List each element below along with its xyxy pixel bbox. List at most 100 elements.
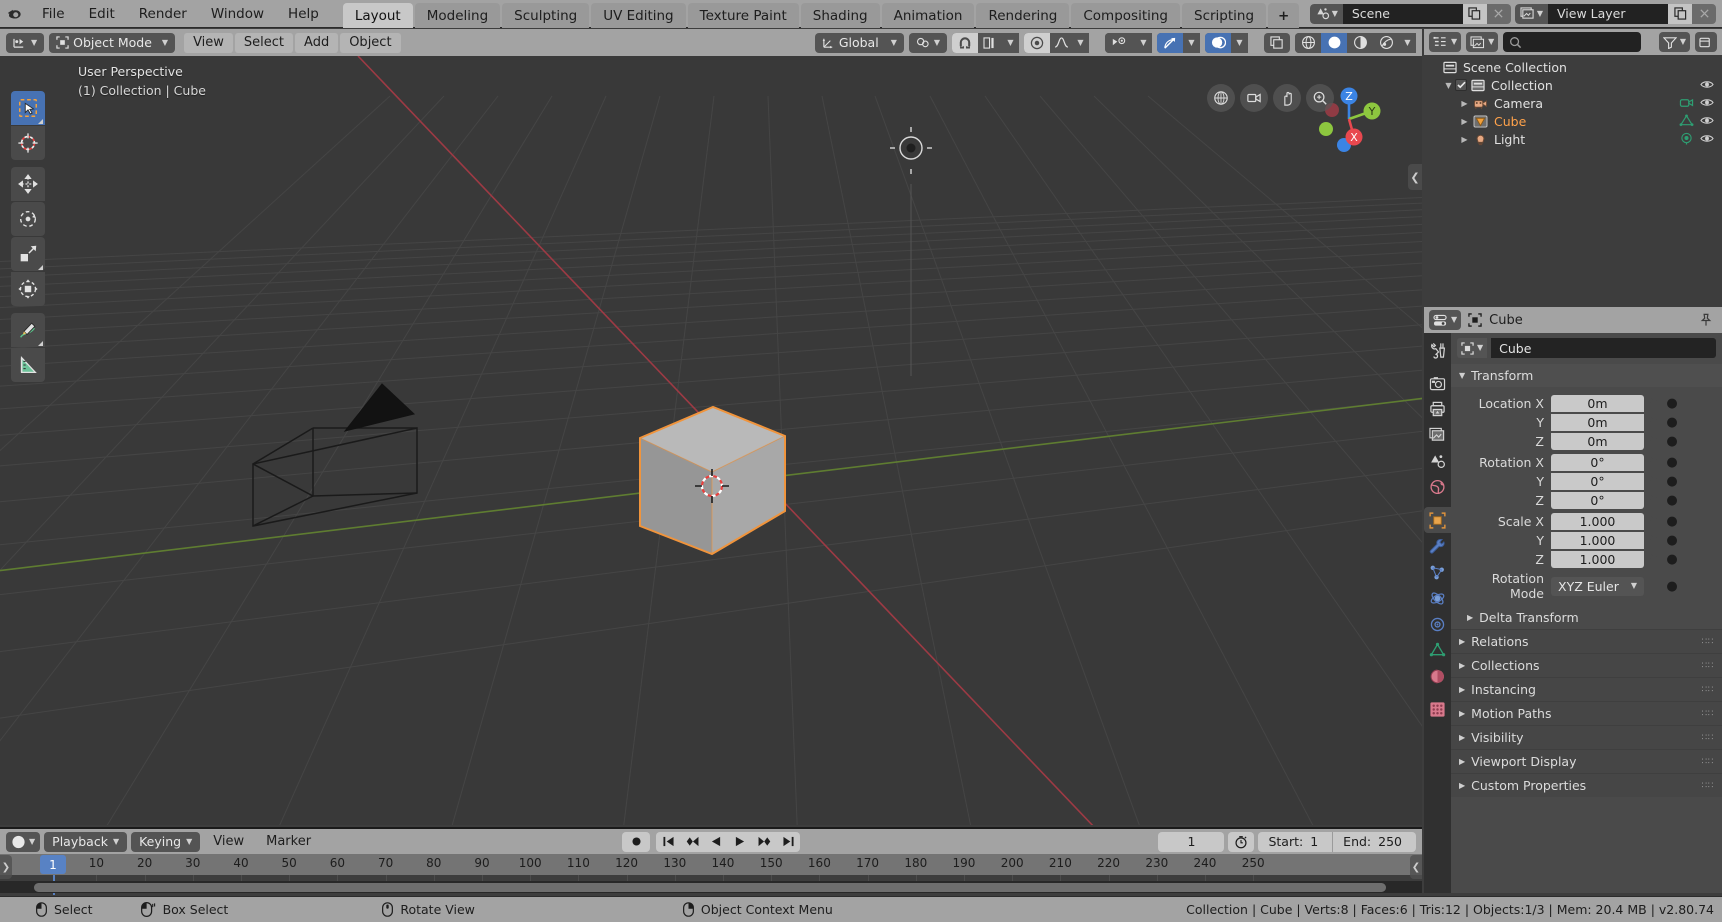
field-value[interactable]: 0° — [1551, 454, 1644, 471]
outliner-display-mode-icon[interactable]: ▼ — [1466, 32, 1498, 52]
viewport-canvas[interactable]: User Perspective (1) Collection | Cube — [0, 56, 1422, 825]
object-visibility-icon[interactable] — [1105, 33, 1135, 53]
workspace-tab-animation[interactable]: Animation — [882, 3, 975, 28]
properties-tab-object[interactable] — [1424, 507, 1451, 533]
perspective-toggle-icon[interactable] — [1306, 84, 1334, 112]
shading-wireframe-icon[interactable] — [1295, 33, 1321, 53]
snap-pivot-selector[interactable]: ▼ — [909, 33, 947, 53]
panel-header-viewport-display[interactable]: ▶ Viewport Display ∷∷ — [1451, 749, 1722, 773]
lock-icon[interactable] — [1644, 534, 1664, 547]
camera-data-icon[interactable] — [1679, 96, 1694, 109]
menu-help[interactable]: Help — [276, 3, 331, 25]
move-tool[interactable] — [11, 167, 45, 201]
record-icon[interactable] — [622, 832, 650, 852]
menu-render[interactable]: Render — [127, 3, 199, 25]
properties-tab-object-data[interactable] — [1425, 637, 1450, 663]
remove-view-layer-button[interactable] — [1692, 4, 1716, 24]
menu-window[interactable]: Window — [199, 3, 276, 25]
falloff-curve-icon[interactable] — [1050, 33, 1072, 53]
menu-file[interactable]: File — [30, 3, 77, 25]
scene-name-field[interactable]: Scene — [1343, 4, 1463, 24]
animate-dot-icon[interactable]: ● — [1664, 552, 1680, 567]
current-frame-field[interactable]: 1 — [1158, 832, 1224, 852]
panel-header-motion-paths[interactable]: ▶ Motion Paths ∷∷ — [1451, 701, 1722, 725]
add-workspace-button[interactable]: + — [1268, 3, 1299, 28]
workspace-tab-texture-paint[interactable]: Texture Paint — [688, 3, 799, 28]
xray-toggle-icon[interactable] — [1264, 33, 1290, 53]
light-data-icon[interactable] — [1679, 132, 1694, 145]
chevron-right-icon[interactable]: ▶ — [1458, 135, 1471, 144]
filter-icon[interactable]: ▼ — [1659, 32, 1690, 52]
camera-view-icon[interactable] — [1240, 84, 1268, 112]
properties-tab-output[interactable] — [1425, 396, 1450, 422]
lock-icon[interactable] — [1644, 515, 1664, 528]
lock-icon[interactable] — [1644, 553, 1664, 566]
properties-tab-material[interactable] — [1425, 663, 1450, 689]
viewport-menu-add[interactable]: Add — [295, 33, 338, 53]
shading-solid-icon[interactable] — [1321, 33, 1347, 53]
collection-checkbox[interactable] — [1455, 79, 1467, 91]
play-icon[interactable] — [728, 832, 752, 852]
timeline-scrollbar[interactable] — [34, 883, 1386, 892]
grip-dots-icon[interactable]: ∷∷ — [1702, 709, 1714, 719]
lock-icon[interactable] — [1644, 494, 1664, 507]
field-value[interactable]: 0m — [1551, 433, 1644, 450]
scene-icon[interactable]: ▼ — [1310, 4, 1343, 24]
properties-tab-texture[interactable] — [1425, 696, 1450, 722]
shading-dropdown[interactable]: ▼ — [1399, 33, 1416, 53]
frame-range-controls[interactable]: Start: 1 End: 250 — [1258, 832, 1416, 852]
select-box-tool[interactable] — [11, 91, 45, 125]
outliner-row-collection[interactable]: ▼ Collection — [1424, 76, 1722, 94]
properties-tab-render[interactable] — [1425, 370, 1450, 396]
lock-icon[interactable] — [1644, 416, 1664, 429]
workspace-tab-compositing[interactable]: Compositing — [1071, 3, 1180, 28]
grip-dots-icon[interactable]: ∷∷ — [1702, 757, 1714, 767]
properties-tab-modifiers[interactable] — [1425, 533, 1450, 559]
field-value[interactable]: 0° — [1551, 473, 1644, 490]
grip-dots-icon[interactable]: ∷∷ — [1702, 661, 1714, 671]
object-name-field[interactable]: Cube — [1491, 338, 1716, 358]
grip-dots-icon[interactable]: ∷∷ — [1702, 637, 1714, 647]
field-value[interactable]: 1.000 — [1551, 532, 1644, 549]
new-collection-icon[interactable] — [1695, 32, 1717, 52]
visibility-eye-icon[interactable] — [1700, 96, 1714, 109]
frame-end-value[interactable]: 250 — [1378, 832, 1416, 852]
panel-header-transform[interactable]: ▼ Transform — [1451, 364, 1722, 387]
proportional-edit-icon[interactable] — [1024, 33, 1050, 53]
subpanel-delta-transform[interactable]: ▶ Delta Transform — [1451, 606, 1722, 629]
animate-dot-icon[interactable]: ● — [1664, 396, 1680, 411]
zoom-view-icon[interactable] — [1207, 84, 1235, 112]
animate-dot-icon[interactable]: ● — [1664, 493, 1680, 508]
editor-type-timeline-icon[interactable]: ▼ — [6, 832, 40, 852]
mesh-data-icon[interactable] — [1679, 114, 1694, 127]
transform-orientation-selector[interactable]: Global ▼ — [815, 33, 904, 53]
timeline-ruler[interactable]: 1102030405060708090100110120130140150160… — [0, 854, 1422, 875]
editor-type-3dview-icon[interactable]: ▼ — [6, 33, 44, 53]
panel-header-collections[interactable]: ▶ Collections ∷∷ — [1451, 653, 1722, 677]
play-reverse-icon[interactable] — [704, 832, 728, 852]
workspace-tab-scripting[interactable]: Scripting — [1182, 3, 1266, 28]
properties-tab-physics[interactable] — [1425, 585, 1450, 611]
viewport-sidebar-toggle[interactable]: ❮ — [1408, 164, 1422, 190]
workspace-tab-sculpting[interactable]: Sculpting — [502, 3, 589, 28]
previous-keyframe-icon[interactable] — [680, 832, 704, 852]
properties-tab-constraints[interactable] — [1425, 611, 1450, 637]
panel-header-instancing[interactable]: ▶ Instancing ∷∷ — [1451, 677, 1722, 701]
properties-tab-scene[interactable] — [1425, 448, 1450, 474]
object-mode-selector[interactable]: Object Mode ▼ — [49, 33, 175, 53]
blender-logo-icon[interactable] — [0, 0, 30, 28]
new-view-layer-button[interactable] — [1668, 4, 1692, 24]
grip-dots-icon[interactable]: ∷∷ — [1702, 685, 1714, 695]
field-value[interactable]: 0m — [1551, 395, 1644, 412]
field-value[interactable]: 1.000 — [1551, 513, 1644, 530]
gizmo-icon[interactable] — [1157, 33, 1183, 53]
properties-tab-world[interactable] — [1425, 474, 1450, 500]
shading-rendered-icon[interactable] — [1373, 33, 1399, 53]
editor-type-outliner-icon[interactable]: ▼ — [1429, 32, 1461, 52]
chevron-right-icon[interactable]: ▶ — [1458, 117, 1471, 126]
falloff-dropdown[interactable]: ▼ — [1072, 33, 1089, 53]
menu-edit[interactable]: Edit — [77, 3, 127, 25]
workspace-tab-modeling[interactable]: Modeling — [415, 3, 500, 28]
animate-dot-icon[interactable]: ● — [1664, 514, 1680, 529]
timeline-right-panel-toggle[interactable]: ❮ — [1410, 855, 1422, 879]
